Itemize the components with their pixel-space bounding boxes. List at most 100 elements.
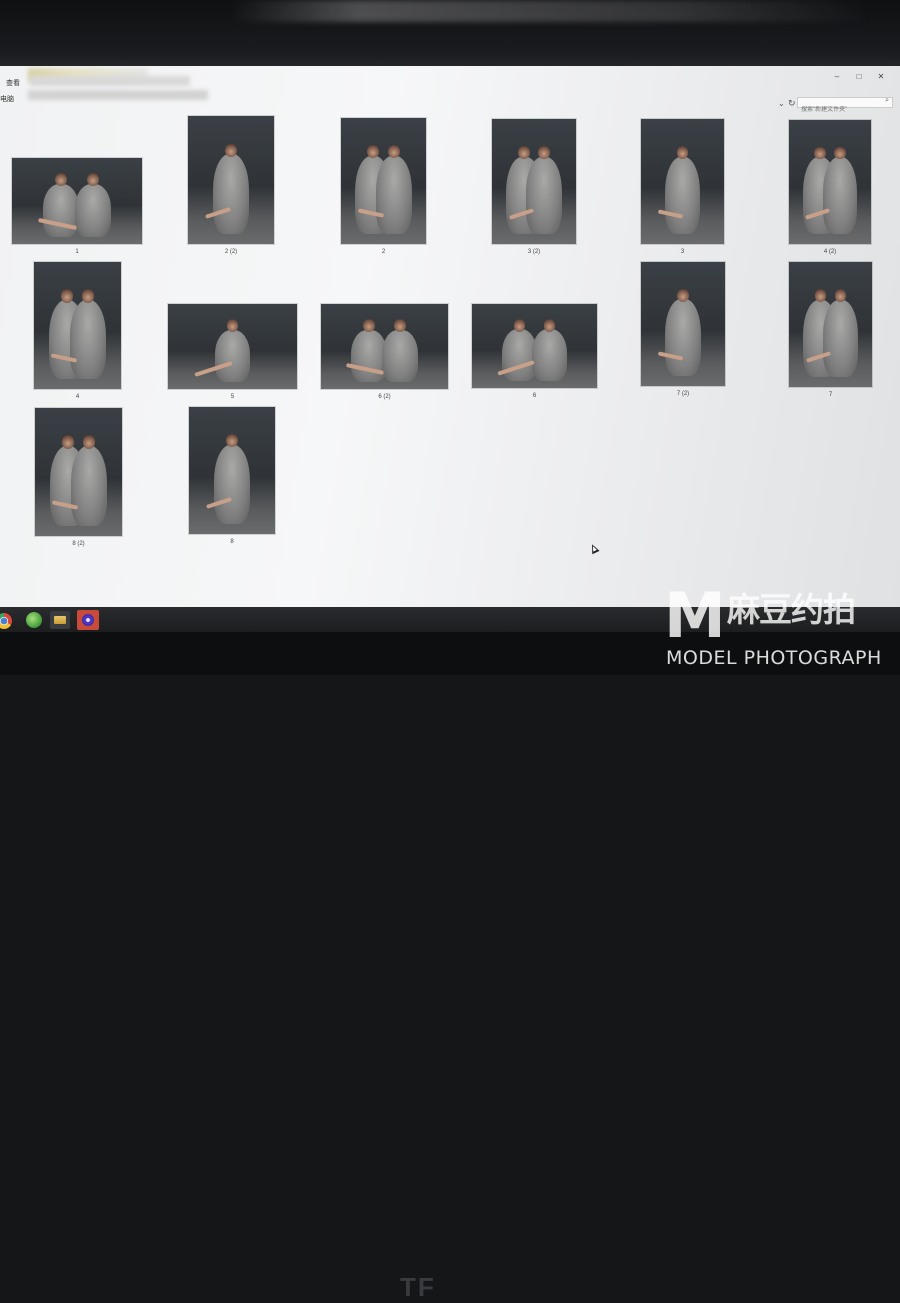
person-head [81,289,95,303]
file-item[interactable]: 4 (2) [789,120,871,258]
image-thumbnail[interactable] [492,119,576,244]
watermark-logo-mark: M [664,579,726,652]
file-item[interactable]: 2 [341,118,426,258]
file-name-label: 7 [828,392,833,398]
file-name-label: 6 (2) [378,394,391,400]
person-head [543,318,556,332]
person-head [834,289,847,302]
image-thumbnail[interactable] [641,262,725,386]
file-explorer-window: 查看 电脑 – □ ✕ ⌄ ↻ ⌕ 1 2 (2) 2 3 (2) 3 4 (2) 4 5 6 … [0,66,900,608]
monitor-bezel-top [0,0,900,68]
file-item[interactable]: 3 (2) [492,119,576,258]
person-head [226,318,239,332]
file-item[interactable]: 3 [641,119,724,258]
image-thumbnail[interactable] [789,120,871,244]
folder-icon[interactable] [50,611,70,629]
robe-figure [822,157,858,235]
file-item[interactable]: 5 [168,304,297,403]
file-name-label: 7 (2) [676,391,690,397]
maximize-button[interactable]: □ [854,72,864,81]
person-head [82,435,96,449]
image-thumbnail[interactable] [34,262,121,389]
robe-figure [665,299,701,377]
person-head [676,146,689,159]
person-head [518,145,530,159]
image-thumbnail[interactable] [188,116,274,244]
file-item[interactable]: 6 (2) [321,304,448,403]
robe-figure [823,299,858,377]
file-name-label: 3 (2) [527,249,541,255]
robe-figure [74,183,111,238]
search-input[interactable] [798,105,879,115]
blurred-path [30,76,190,86]
file-item[interactable]: 2 (2) [188,116,274,258]
window-controls: – □ ✕ [832,72,886,81]
blurred-address [28,90,208,100]
robe-figure [531,329,568,382]
image-thumbnail[interactable] [321,304,448,389]
image-thumbnail[interactable] [189,407,275,534]
image-thumbnail[interactable] [641,119,724,244]
bezel-logo: TF [400,1272,436,1302]
file-item[interactable]: 8 [189,407,275,548]
app-icon[interactable] [77,610,99,630]
file-name-label: 8 [230,539,234,545]
file-item[interactable]: 4 [34,262,121,403]
ie-icon[interactable] [26,612,42,628]
person-head [513,318,526,332]
person-head [393,318,406,332]
close-button[interactable]: ✕ [876,72,886,81]
robe-figure [214,329,251,383]
robe-figure [212,154,250,234]
watermark-english: MODEL PHOTOGRAPH [666,647,882,669]
person-head [61,435,75,449]
image-thumbnail[interactable] [789,262,872,387]
screen-glare [230,0,870,22]
image-thumbnail[interactable] [472,304,597,388]
file-name-label: 3 [680,249,685,255]
search-box[interactable]: ⌕ [797,97,893,115]
file-item[interactable]: 1 [12,158,142,258]
mouse-cursor-icon [588,542,600,555]
search-icon[interactable]: ⌕ [885,97,889,105]
person-head [86,172,99,187]
file-name-label: 5 [230,394,235,400]
image-thumbnail[interactable] [35,408,122,536]
person-head [538,145,550,159]
chevron-down-icon[interactable]: ⌄ [778,99,785,108]
file-name-label: 6 [532,393,537,399]
image-thumbnail[interactable] [12,158,142,244]
file-item[interactable]: 8 (2) [35,408,122,550]
robe-figure [665,156,700,234]
file-name-label: 2 (2) [224,249,238,255]
person-head [224,143,237,157]
refresh-icon[interactable]: ↻ [788,98,796,109]
file-name-label: 8 (2) [72,541,85,547]
robe-figure [526,156,562,234]
person-head [834,146,846,160]
file-name-label: 4 [75,394,80,400]
file-item[interactable]: 6 [472,304,597,402]
file-item[interactable]: 7 (2) [641,262,725,400]
robe-figure [213,445,251,524]
person-head [60,289,74,303]
person-head [814,289,827,302]
image-thumbnail[interactable] [341,118,426,244]
person-head [363,318,376,332]
robe-figure [381,329,418,383]
image-thumbnail[interactable] [168,304,297,389]
file-name-label: 4 (2) [823,249,837,255]
menu-view[interactable]: 查看 [6,78,20,88]
robe-figure [70,446,108,526]
minimize-button[interactable]: – [832,72,842,81]
chrome-icon[interactable] [0,613,12,629]
person-head [677,288,689,302]
file-name-label: 2 [381,249,386,255]
address-computer[interactable]: 电脑 [0,94,14,104]
robe-figure [375,155,412,234]
person-head [387,145,400,159]
file-item[interactable]: 7 [789,262,872,401]
watermark-chinese: 麻豆约拍 [727,590,856,629]
robe-figure [69,300,107,379]
file-name-label: 1 [75,249,79,255]
